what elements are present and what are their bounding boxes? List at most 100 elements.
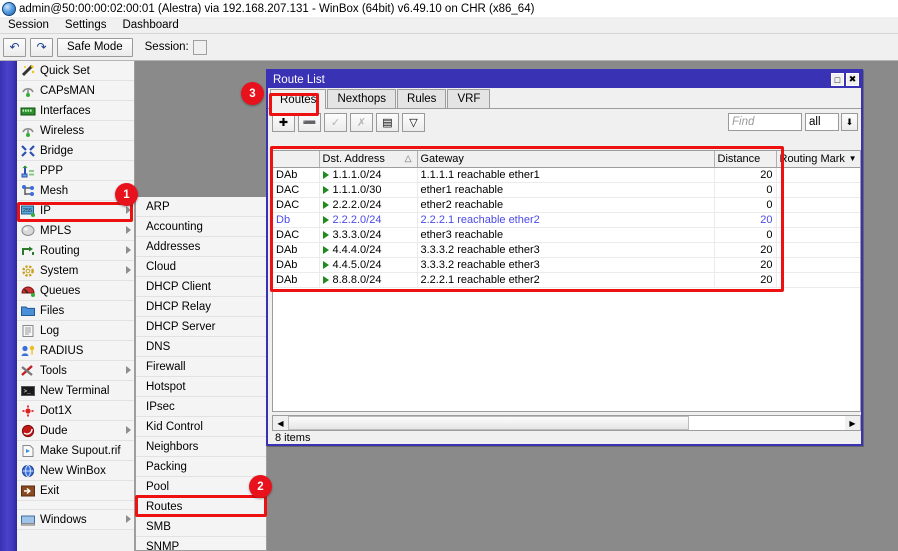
scroll-left-icon[interactable]: ◀ bbox=[273, 416, 288, 430]
sidebar-item-bridge[interactable]: Bridge bbox=[17, 141, 135, 161]
cell-gateway: 2.2.2.1 reachable ether2 bbox=[417, 212, 714, 227]
menu-session[interactable]: Session bbox=[0, 18, 57, 32]
cell-gateway: 1.1.1.1 reachable ether1 bbox=[417, 167, 714, 182]
scrollbar-track[interactable] bbox=[288, 416, 845, 430]
tab-vrf[interactable]: VRF bbox=[447, 89, 490, 108]
sidebar-item-new-winbox[interactable]: New WinBox bbox=[17, 461, 135, 481]
comment-button[interactable]: ▤ bbox=[376, 113, 399, 132]
sidebar-item-exit[interactable]: Exit bbox=[17, 481, 135, 501]
chevron-down-icon[interactable]: ⬇ bbox=[841, 113, 858, 131]
sidebar-item-mpls[interactable]: MPLS bbox=[17, 221, 135, 241]
disable-button[interactable]: ✗ bbox=[350, 113, 373, 132]
column-header-routing-mark[interactable]: Routing Mark ▼ bbox=[776, 151, 860, 167]
ip-submenu-pool[interactable]: Pool bbox=[136, 477, 266, 497]
sidebar-item-tools[interactable]: Tools bbox=[17, 361, 135, 381]
cell-gateway: ether2 reachable bbox=[417, 197, 714, 212]
column-header-flags[interactable] bbox=[273, 151, 319, 167]
horizontal-scrollbar[interactable]: ◀ ▶ bbox=[272, 415, 861, 431]
chevron-down-icon[interactable]: ▼ bbox=[849, 154, 857, 163]
table-row[interactable]: DAb 1.1.1.0/24 1.1.1.1 reachable ether1 … bbox=[273, 167, 860, 182]
maximize-icon[interactable]: □ bbox=[831, 73, 844, 86]
cell-routing-mark bbox=[776, 257, 860, 272]
sidebar-item-dot1x[interactable]: Dot1X bbox=[17, 401, 135, 421]
sort-ascending-icon: △ bbox=[405, 153, 412, 164]
sidebar-item-log[interactable]: Log bbox=[17, 321, 135, 341]
table-row[interactable]: DAC 2.2.2.0/24 ether2 reachable 0 bbox=[273, 197, 860, 212]
application-menubar: Session Settings Dashboard bbox=[0, 17, 898, 34]
sidebar-item-dude[interactable]: Dude bbox=[17, 421, 135, 441]
ip-submenu-firewall[interactable]: Firewall bbox=[136, 357, 266, 377]
filter-button[interactable]: ▽ bbox=[402, 113, 425, 132]
sidebar-item-ppp[interactable]: PPP bbox=[17, 161, 135, 181]
column-header-dst-address[interactable]: Dst. Address △ bbox=[319, 151, 417, 167]
column-header-distance[interactable]: Distance bbox=[714, 151, 776, 167]
undo-icon[interactable]: ↶ bbox=[3, 38, 26, 57]
tab-nexthops[interactable]: Nexthops bbox=[327, 89, 396, 108]
sidebar-item-routing[interactable]: Routing bbox=[17, 241, 135, 261]
ip-submenu-hotspot[interactable]: Hotspot bbox=[136, 377, 266, 397]
ip-submenu-packing[interactable]: Packing bbox=[136, 457, 266, 477]
scrollbar-thumb[interactable] bbox=[288, 416, 689, 430]
ip-submenu-accounting[interactable]: Accounting bbox=[136, 217, 266, 237]
sidebar-item-capsman[interactable]: CAPsMAN bbox=[17, 81, 135, 101]
scroll-right-icon[interactable]: ▶ bbox=[845, 416, 860, 430]
table-row[interactable]: DAb 4.4.4.0/24 3.3.3.2 reachable ether3 … bbox=[273, 242, 860, 257]
ip-submenu-dhcp-client[interactable]: DHCP Client bbox=[136, 277, 266, 297]
ip-submenu-snmp[interactable]: SNMP bbox=[136, 537, 266, 551]
ip-submenu-kid-control[interactable]: Kid Control bbox=[136, 417, 266, 437]
safe-mode-button[interactable]: Safe Mode bbox=[57, 38, 133, 57]
sidebar-item-interfaces[interactable]: Interfaces bbox=[17, 101, 135, 121]
sidebar-item-label: IP bbox=[40, 205, 51, 217]
sidebar-item-quick-set[interactable]: Quick Set bbox=[17, 61, 135, 81]
column-header-gateway[interactable]: Gateway bbox=[417, 151, 714, 167]
sidebar-item-label: Mesh bbox=[40, 185, 68, 197]
svg-text:>_: >_ bbox=[24, 388, 32, 395]
route-list-title: Route List bbox=[273, 74, 325, 86]
table-row[interactable]: DAC 3.3.3.0/24 ether3 reachable 0 bbox=[273, 227, 860, 242]
sidebar-item-new-terminal[interactable]: >_ New Terminal bbox=[17, 381, 135, 401]
ip-submenu-smb[interactable]: SMB bbox=[136, 517, 266, 537]
files-folder-icon bbox=[20, 304, 36, 318]
add-button[interactable]: ✚ bbox=[272, 113, 295, 132]
remove-button[interactable]: ➖ bbox=[298, 113, 321, 132]
redo-icon[interactable]: ↷ bbox=[30, 38, 53, 57]
ip-submenu-ipsec[interactable]: IPsec bbox=[136, 397, 266, 417]
enable-button[interactable]: ✓ bbox=[324, 113, 347, 132]
sidebar-item-system[interactable]: System bbox=[17, 261, 135, 281]
sidebar-item-queues[interactable]: Queues bbox=[17, 281, 135, 301]
sidebar-item-radius[interactable]: RADIUS bbox=[17, 341, 135, 361]
search-scope-select[interactable]: all bbox=[805, 113, 839, 131]
routes-table-container[interactable]: Dst. Address △ Gateway Distance Routing … bbox=[272, 150, 861, 412]
ip-submenu-dhcp-relay[interactable]: DHCP Relay bbox=[136, 297, 266, 317]
sidebar-item-make-supout[interactable]: Make Supout.rif bbox=[17, 441, 135, 461]
sidebar-item-files[interactable]: Files bbox=[17, 301, 135, 321]
terminal-icon: >_ bbox=[20, 384, 36, 398]
ip-submenu-arp[interactable]: ARP bbox=[136, 197, 266, 217]
search-input[interactable]: Find bbox=[728, 113, 802, 131]
session-input[interactable] bbox=[193, 40, 207, 55]
chevron-right-icon bbox=[126, 266, 131, 274]
close-icon[interactable]: ✖ bbox=[846, 73, 859, 86]
tab-rules[interactable]: Rules bbox=[397, 89, 446, 108]
ip-submenu-cloud[interactable]: Cloud bbox=[136, 257, 266, 277]
sidebar-item-ip[interactable]: 255 IP bbox=[17, 201, 135, 221]
ip-submenu-routes[interactable]: Routes bbox=[136, 497, 266, 517]
sidebar-item-windows[interactable]: Windows bbox=[17, 510, 135, 530]
ip-submenu-dhcp-server[interactable]: DHCP Server bbox=[136, 317, 266, 337]
table-row[interactable]: DAb 4.4.5.0/24 3.3.3.2 reachable ether3 … bbox=[273, 257, 860, 272]
ip-submenu-addresses[interactable]: Addresses bbox=[136, 237, 266, 257]
table-row[interactable]: DAC 1.1.1.0/30 ether1 reachable 0 bbox=[273, 182, 860, 197]
ip-submenu-dns[interactable]: DNS bbox=[136, 337, 266, 357]
menu-dashboard[interactable]: Dashboard bbox=[114, 18, 186, 32]
sidebar-item-wireless[interactable]: Wireless bbox=[17, 121, 135, 141]
cell-dst-text: 8.8.8.0/24 bbox=[333, 274, 382, 286]
cell-routing-mark bbox=[776, 182, 860, 197]
ip-submenu-neighbors[interactable]: Neighbors bbox=[136, 437, 266, 457]
table-row[interactable]: DAb 8.8.8.0/24 2.2.2.1 reachable ether2 … bbox=[273, 272, 860, 287]
cell-flags: DAC bbox=[273, 197, 319, 212]
mesh-icon bbox=[20, 184, 36, 198]
table-row[interactable]: Db 2.2.2.0/24 2.2.2.1 reachable ether2 2… bbox=[273, 212, 860, 227]
sidebar-item-label: Tools bbox=[40, 365, 67, 377]
menu-settings[interactable]: Settings bbox=[57, 18, 115, 32]
tab-routes[interactable]: Routes bbox=[270, 89, 326, 109]
